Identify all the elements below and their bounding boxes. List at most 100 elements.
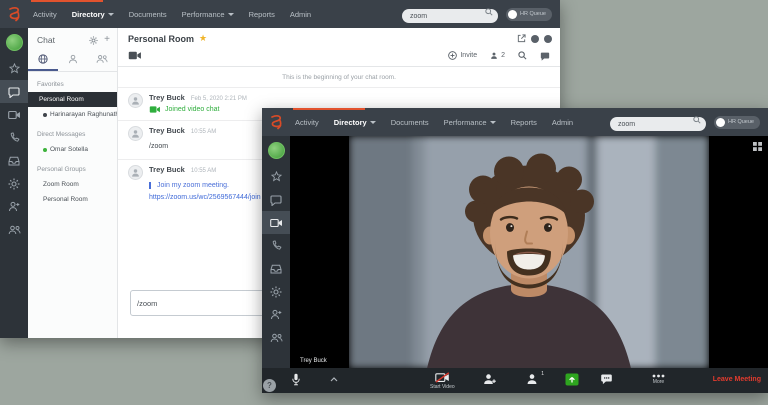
nav-item-admin[interactable]: Admin [552,118,573,127]
channel-search-button[interactable] [518,51,527,60]
participants-button[interactable]: 1 [526,373,539,385]
start-video-button[interactable]: Start Video [430,372,455,390]
presence-online-dot [43,148,47,152]
people-icon [270,333,283,343]
rail-video-button[interactable] [262,211,290,234]
tab-groups[interactable] [87,50,117,71]
nav-item-reports[interactable]: Reports [511,118,537,127]
sidebar-item-personal-room-group[interactable]: Personal Room [28,192,117,207]
search-icon[interactable] [693,116,701,124]
person-icon [131,129,140,138]
video-camera-icon [149,105,161,114]
tab-contacts[interactable] [58,50,88,71]
nav-item-reports[interactable]: Reports [249,10,275,19]
rail-settings-button[interactable] [262,280,290,303]
nav-menu: Activity Directory Documents Performance… [295,118,573,127]
add-chat-button[interactable]: + [104,36,110,44]
rail-chat-button[interactable] [0,80,28,103]
rail-add-contact-button[interactable] [0,195,28,218]
sidebar-item-personal-room[interactable]: Personal Room [28,92,117,107]
chat-icon [540,51,550,61]
mode-toggle[interactable]: HR Queue [506,8,552,21]
toggle-knob-icon [716,118,725,127]
share-screen-button[interactable] [565,373,579,386]
brand-logo[interactable] [0,0,28,28]
nav-item-activity[interactable]: Activity [295,118,319,127]
rail-favorites-button[interactable] [0,57,28,80]
sidebar-item-contact[interactable]: Harinarayan Raghunathan [28,107,117,122]
open-external-icon[interactable] [517,34,526,43]
avatar[interactable] [268,142,285,159]
gear-icon [8,178,20,190]
more-options-button[interactable]: More [652,374,665,385]
sidebar-item-zoom-room[interactable]: Zoom Room [28,177,117,192]
chevron-down-icon [490,121,496,124]
nav-item-directory[interactable]: Directory [334,118,376,127]
chevron-up-icon [330,377,338,382]
start-video-chat-icon[interactable] [128,50,142,61]
nav-item-performance[interactable]: Performance [182,10,234,19]
star-icon [9,63,20,74]
rail-add-contact-button[interactable] [262,303,290,326]
nav-item-activity[interactable]: Activity [33,10,57,19]
favorite-star-icon[interactable]: ★ [199,33,207,44]
microphone-icon [292,373,300,386]
search-input[interactable] [402,9,498,23]
channel-chat-button[interactable] [540,51,550,61]
nav-item-documents[interactable]: Documents [129,10,167,19]
nav-item-documents[interactable]: Documents [391,118,429,127]
globe-icon [38,54,48,64]
video-camera-icon [270,218,283,228]
mic-options-button[interactable] [330,377,338,382]
sidebar-item-dm[interactable]: Omar Sotella [28,142,117,157]
gear-icon [270,286,282,298]
info-button[interactable] [544,35,552,43]
app-rail [262,136,290,393]
mode-toggle[interactable]: HR Queue [714,116,760,129]
rail-inbox-button[interactable] [0,149,28,172]
mute-button[interactable] [292,373,300,386]
gear-icon[interactable] [89,36,98,45]
help-bubble-button[interactable]: ? [263,379,276,392]
nav-menu: Activity Directory Documents Performance… [33,10,311,19]
meeting-chat-button[interactable] [600,373,613,385]
rail-inbox-button[interactable] [262,257,290,280]
active-nav-indicator [31,0,103,2]
favorites-section-label: Favorites [28,72,117,92]
rail-favorites-button[interactable] [262,165,290,188]
rail-video-button[interactable] [0,103,28,126]
rail-chat-button[interactable] [262,188,290,211]
chevron-down-icon [228,13,234,16]
gallery-view-icon[interactable] [753,142,762,151]
rail-groups-button[interactable] [262,326,290,349]
people-icon [8,225,21,235]
groups-section-label: Personal Groups [28,157,117,177]
chat-icon [600,373,613,385]
avatar[interactable] [6,34,23,51]
dm-section-label: Direct Messages [28,122,117,142]
rail-settings-button[interactable] [0,172,28,195]
toggle-label: HR Queue [520,11,546,17]
brand-logo[interactable] [262,108,290,136]
person-add-icon [270,309,282,320]
person-icon [68,54,78,64]
participant-video-feed [349,136,709,368]
rail-groups-button[interactable] [0,218,28,241]
search-input[interactable] [610,117,706,131]
invite-button[interactable]: Invite [448,51,477,60]
tab-recent-chats[interactable] [28,50,58,71]
search-icon[interactable] [485,8,493,16]
star-icon [271,171,282,182]
person-icon [131,96,140,105]
nav-item-performance[interactable]: Performance [444,118,496,127]
toggle-label: HR Queue [728,119,754,125]
help-button[interactable] [531,35,539,43]
invite-participant-button[interactable] [483,373,496,385]
nav-item-admin[interactable]: Admin [290,10,311,19]
members-button[interactable]: 2 [490,51,505,60]
leave-meeting-button[interactable]: Leave Meeting [713,376,761,383]
nav-item-directory[interactable]: Directory [72,10,114,19]
invite-plus-icon [448,51,457,60]
rail-phone-button[interactable] [262,234,290,257]
rail-phone-button[interactable] [0,126,28,149]
